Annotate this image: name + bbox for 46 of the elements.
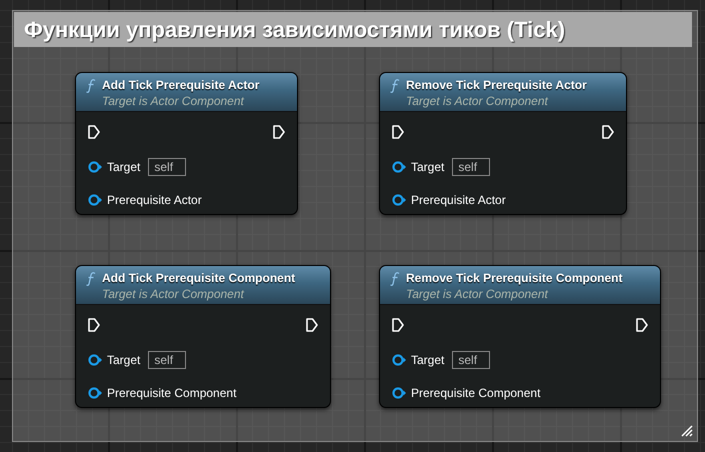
node-title: Add Tick Prerequisite Actor [102,78,260,92]
pin-label: Target [411,352,444,366]
default-value-field[interactable]: self [148,350,186,368]
default-value-field[interactable]: self [452,158,490,176]
node-subtitle: Target is Actor Component [102,94,246,108]
function-node[interactable]: Remove Tick Prerequisite Component Target is Actor Component Target self Prerequisite Component [379,265,661,408]
pin-label: Prerequisite Actor [107,192,202,206]
node-title: Add Tick Prerequisite Component [102,271,296,285]
pin-label: Prerequisite Actor [411,192,506,206]
exec-pin-icon[interactable] [602,125,614,139]
pin-label: Prerequisite Component [107,386,236,400]
data-pin-icon[interactable] [392,194,407,206]
exec-pin-icon[interactable] [636,318,648,332]
node-title: Remove Tick Prerequisite Actor [406,78,587,92]
exec-pin-icon[interactable] [306,318,318,332]
node-subtitle: Target is Actor Component [406,94,550,108]
default-value-field[interactable]: self [452,350,490,368]
node-subtitle: Target is Actor Component [406,287,550,301]
data-pin-icon[interactable] [392,160,407,172]
node-subtitle: Target is Actor Component [102,287,246,301]
data-pin-icon[interactable] [88,194,103,206]
function-node[interactable]: Add Tick Prerequisite Component Target is Actor Component Target self Prerequisite Component [75,265,331,408]
function-icon [390,272,400,286]
resize-handle-icon[interactable] [681,425,693,437]
function-node[interactable]: Remove Tick Prerequisite Actor Target is Actor Component Target self Prerequisite Actor [379,72,627,215]
pin-label: Target [411,160,444,174]
function-icon [86,79,96,93]
comment-title: Функции управления зависимостями тиков (Tick) [14,12,692,47]
data-pin-icon[interactable] [88,160,103,172]
default-value-field[interactable]: self [148,158,186,176]
exec-pin-icon[interactable] [88,318,100,332]
exec-pin-icon[interactable] [88,125,100,139]
pin-label: Prerequisite Component [411,386,540,400]
function-node[interactable]: Add Tick Prerequisite Actor Target is Actor Component Target self Prerequisite Actor [75,72,298,215]
node-title: Remove Tick Prerequisite Component [406,271,623,285]
pin-label: Target [107,352,140,366]
exec-pin-icon[interactable] [392,318,404,332]
pin-label: Target [107,160,140,174]
exec-pin-icon[interactable] [392,125,404,139]
data-pin-icon[interactable] [392,354,407,366]
function-icon [390,79,400,93]
data-pin-icon[interactable] [88,386,103,398]
exec-pin-icon[interactable] [273,125,285,139]
data-pin-icon[interactable] [392,386,407,398]
data-pin-icon[interactable] [88,354,103,366]
function-icon [86,272,96,286]
